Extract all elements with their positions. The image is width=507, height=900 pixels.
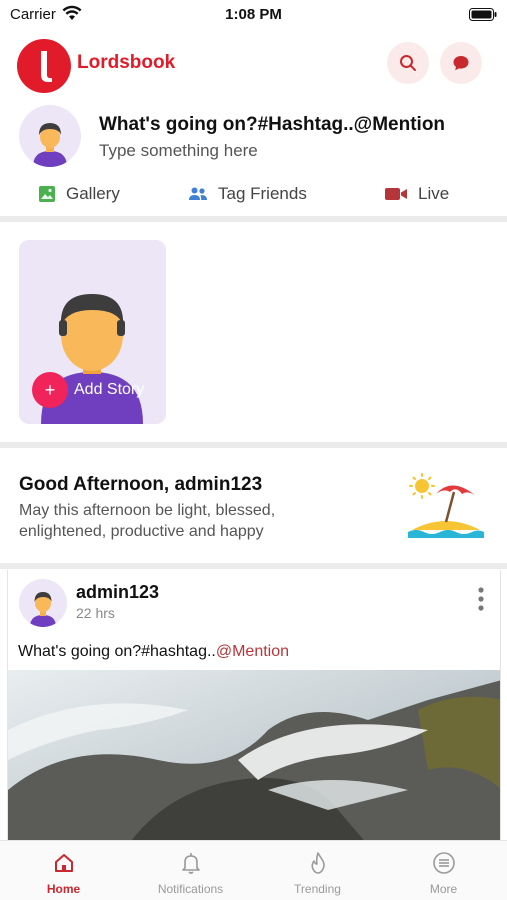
post-author[interactable]: admin123 [76, 582, 159, 603]
live-label: Live [418, 184, 450, 203]
greeting-card: Good Afternoon, admin123 May this aftern… [0, 448, 507, 564]
greeting-title: Good Afternoon, admin123 [19, 474, 263, 495]
post-timestamp: 22 hrs [76, 605, 115, 621]
add-story-label: Add Story [74, 381, 145, 398]
logo-icon [17, 39, 71, 93]
post-image[interactable] [8, 670, 501, 840]
post-text: What's going on?#hashtag.. [18, 643, 216, 660]
home-icon [54, 854, 73, 872]
tab-more[interactable]: More [380, 841, 507, 900]
more-options-icon[interactable] [476, 586, 486, 612]
composer-actions: Gallery Tag Friends Live [0, 182, 507, 212]
composer-placeholder[interactable]: Type something here [99, 141, 258, 161]
add-story-card[interactable]: + Add Story [19, 240, 166, 424]
feed-post: admin123 22 hrs What's going on?#hashtag… [7, 570, 501, 840]
tab-home-label: Home [46, 882, 81, 896]
bottom-tab-bar: Home Notifications Trending More [0, 840, 507, 900]
live-button[interactable]: Live [384, 184, 449, 204]
chat-bubble-icon [453, 56, 469, 71]
tab-home[interactable]: Home [0, 841, 127, 900]
composer-prompt[interactable]: What's going on?#Hashtag..@Mention [99, 114, 445, 136]
status-time: 1:08 PM [225, 6, 282, 23]
app-logo-text: Lordsbook [77, 52, 176, 73]
messages-button[interactable] [440, 42, 482, 84]
post-composer[interactable]: What's going on?#Hashtag..@Mention Type … [0, 100, 507, 218]
post-author-avatar[interactable] [19, 579, 67, 627]
tab-more-label: More [429, 882, 458, 896]
beach-icon [408, 473, 484, 538]
search-icon [400, 55, 416, 71]
tab-notifications-label: Notifications [157, 882, 224, 896]
people-icon [189, 187, 207, 200]
status-bar: Carrier 1:08 PM [0, 0, 507, 30]
gallery-label: Gallery [66, 184, 120, 203]
video-icon [385, 188, 407, 200]
tab-trending[interactable]: Trending [254, 841, 381, 900]
greeting-message: May this afternoon be light, blessed, en… [19, 502, 276, 540]
tag-friends-button[interactable]: Tag Friends [188, 184, 307, 204]
tab-notifications[interactable]: Notifications [127, 841, 254, 900]
post-mention[interactable]: @Mention [216, 643, 289, 660]
gallery-icon [39, 186, 55, 202]
battery-icon [469, 8, 497, 21]
tag-friends-label: Tag Friends [218, 184, 307, 203]
bell-icon [181, 853, 200, 874]
flame-icon [310, 852, 325, 874]
app-header: Lordsbook [0, 36, 507, 93]
gallery-button[interactable]: Gallery [38, 184, 120, 204]
search-button[interactable] [387, 42, 429, 84]
post-body: What's going on?#hashtag..@Mention [18, 643, 289, 661]
tab-trending-label: Trending [294, 882, 341, 896]
add-story-button[interactable]: + [32, 372, 68, 408]
menu-icon [432, 852, 455, 874]
section-divider [0, 216, 507, 222]
section-divider [0, 563, 507, 569]
avatar [19, 105, 81, 167]
